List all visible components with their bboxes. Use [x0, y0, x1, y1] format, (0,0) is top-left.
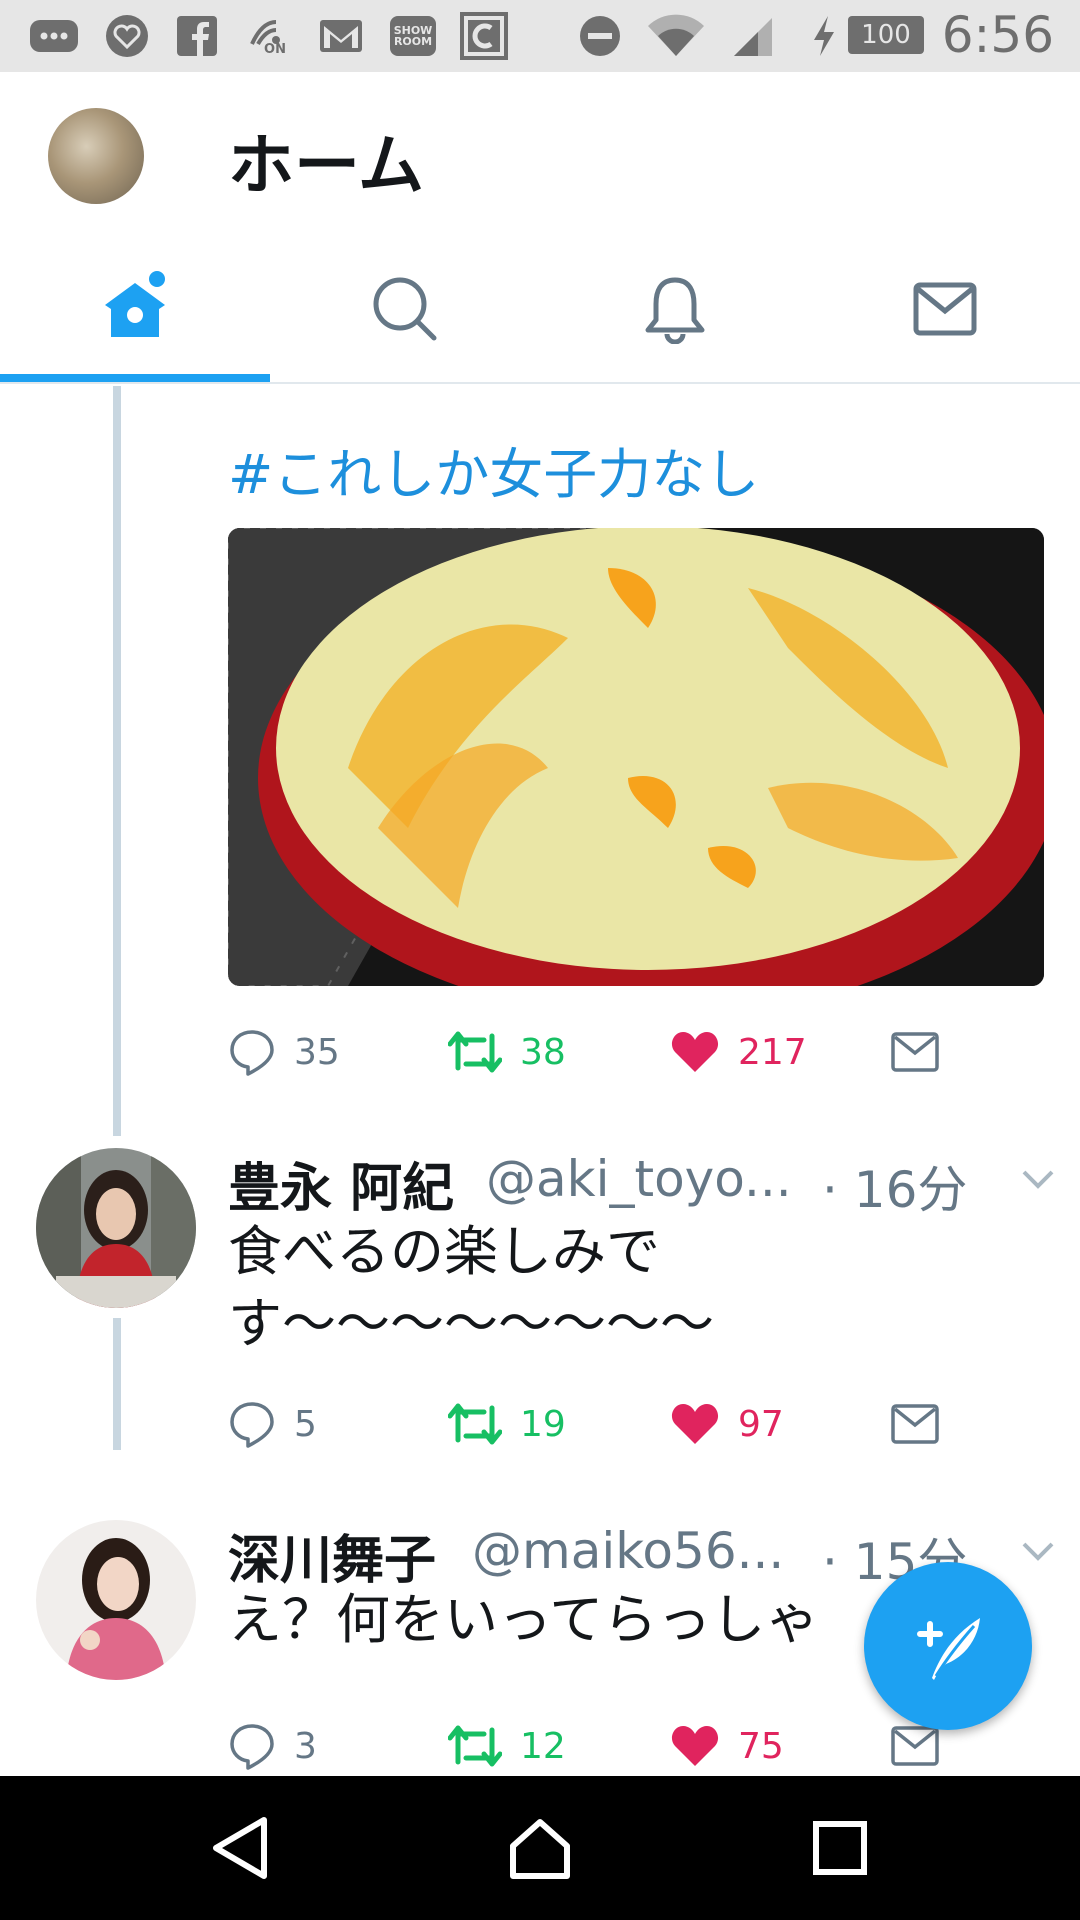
showroom-icon: SHOW ROOM: [390, 14, 436, 58]
gmail-icon: [318, 14, 364, 58]
nfc-on-icon: ON: [246, 14, 290, 58]
recents-icon: [813, 1821, 867, 1875]
c-app-icon: [460, 12, 508, 60]
facebook-icon: [176, 14, 218, 58]
retweet-count: 12: [520, 1725, 566, 1767]
like-button[interactable]: 217: [670, 1022, 807, 1082]
retweet-button[interactable]: 38: [448, 1022, 566, 1082]
mail-icon: [891, 1404, 939, 1444]
compose-tweet-icon: [917, 1618, 980, 1680]
home-nav-icon: [510, 1819, 570, 1879]
system-nav-bar: [0, 1776, 1080, 1920]
bell-icon: [645, 277, 705, 344]
retweet-icon: [448, 1031, 502, 1073]
user-photo: [36, 1148, 196, 1308]
thread-connector: [113, 1318, 121, 1450]
dm-share-button[interactable]: [890, 1022, 940, 1082]
heart-icon: [671, 1726, 719, 1766]
home-icon: [105, 271, 165, 337]
nfc-label: ON: [264, 41, 286, 57]
search-icon: [373, 277, 437, 341]
tab-messages[interactable]: [810, 234, 1080, 384]
reply-count: 35: [294, 1031, 340, 1073]
tab-bar: [0, 234, 1080, 384]
tweet-text: 食べるの楽しみで す～～～～～～～～: [228, 1216, 1028, 1360]
like-count: 217: [738, 1031, 807, 1073]
user-photo: [36, 1520, 196, 1680]
tweet-text-line: 食べるの楽しみで: [228, 1220, 660, 1283]
chevron-down-icon[interactable]: [1018, 1158, 1058, 1198]
retweet-icon: [448, 1725, 502, 1767]
twitter-home-screen: ON SHOW ROOM 100 6:56 ホーム #これしか女子力なし 35 …: [0, 0, 1080, 1920]
reply-button[interactable]: 35: [228, 1022, 340, 1082]
username[interactable]: @maiko56...: [472, 1522, 784, 1580]
tweet-actions: 5 19 97: [228, 1394, 1028, 1454]
tweet-header: 豊永 阿紀 @aki_toyo... · 16分: [228, 1146, 1058, 1219]
page-title: ホーム: [228, 127, 425, 204]
chevron-down-icon[interactable]: [1018, 1530, 1058, 1570]
tweet-image[interactable]: [228, 528, 1044, 986]
thread-connector: [113, 386, 121, 1136]
battery-icon: 100: [848, 16, 924, 54]
display-name[interactable]: 深川舞子: [228, 1518, 436, 1593]
tab-notifications[interactable]: [540, 234, 810, 384]
app-header: ホーム: [0, 72, 1080, 234]
messenger-icon: [28, 14, 80, 58]
reply-icon: [230, 1402, 274, 1448]
reply-button[interactable]: 5: [228, 1394, 317, 1454]
back-button[interactable]: [200, 1812, 280, 1884]
reply-icon: [230, 1030, 274, 1076]
compose-tweet-button[interactable]: [864, 1562, 1032, 1730]
avatar[interactable]: [36, 1148, 196, 1308]
retweet-count: 38: [520, 1031, 566, 1073]
status-bar: ON SHOW ROOM 100 6:56: [0, 0, 1080, 72]
dnd-icon: [578, 14, 622, 58]
dm-share-button[interactable]: [890, 1394, 940, 1454]
retweet-button[interactable]: 12: [448, 1716, 566, 1776]
timestamp: · 16分: [822, 1161, 968, 1219]
charging-icon: [810, 14, 838, 58]
wifi-icon: [646, 14, 706, 58]
mail-icon: [891, 1032, 939, 1072]
retweet-count: 19: [520, 1403, 566, 1445]
tab-search[interactable]: [270, 234, 540, 384]
reply-count: 5: [294, 1403, 317, 1445]
recents-button[interactable]: [800, 1812, 880, 1884]
signal-icon: [730, 14, 776, 58]
tweet-actions: 3 12 75: [228, 1716, 1028, 1776]
like-button[interactable]: 97: [670, 1394, 784, 1454]
username[interactable]: @aki_toyo...: [486, 1150, 792, 1208]
avatar[interactable]: [36, 1520, 196, 1680]
mail-icon: [913, 282, 977, 336]
like-count: 75: [738, 1725, 784, 1767]
reply-icon: [230, 1724, 274, 1770]
display-name[interactable]: 豊永 阿紀: [228, 1146, 454, 1221]
reply-button[interactable]: 3: [228, 1716, 317, 1776]
back-icon: [213, 1817, 267, 1879]
like-count: 97: [738, 1403, 784, 1445]
tweet-actions: 35 38 217: [228, 1022, 1028, 1082]
clock: 6:56: [941, 6, 1054, 64]
hashtag-link[interactable]: #これしか女子力なし: [228, 430, 759, 509]
heart-app-icon: [104, 14, 150, 58]
like-button[interactable]: 75: [670, 1716, 784, 1776]
heart-icon: [671, 1032, 719, 1072]
cheesecake-photo: [228, 528, 1044, 986]
retweet-button[interactable]: 19: [448, 1394, 566, 1454]
active-tab-indicator: [0, 374, 270, 382]
retweet-icon: [448, 1403, 502, 1445]
reply-count: 3: [294, 1725, 317, 1767]
mail-icon: [891, 1726, 939, 1766]
tweet-text-line: す～～～～～～～～: [228, 1292, 714, 1355]
profile-avatar[interactable]: [48, 108, 144, 204]
tab-home[interactable]: [0, 234, 270, 384]
heart-icon: [671, 1404, 719, 1444]
home-nav-button[interactable]: [500, 1812, 580, 1884]
